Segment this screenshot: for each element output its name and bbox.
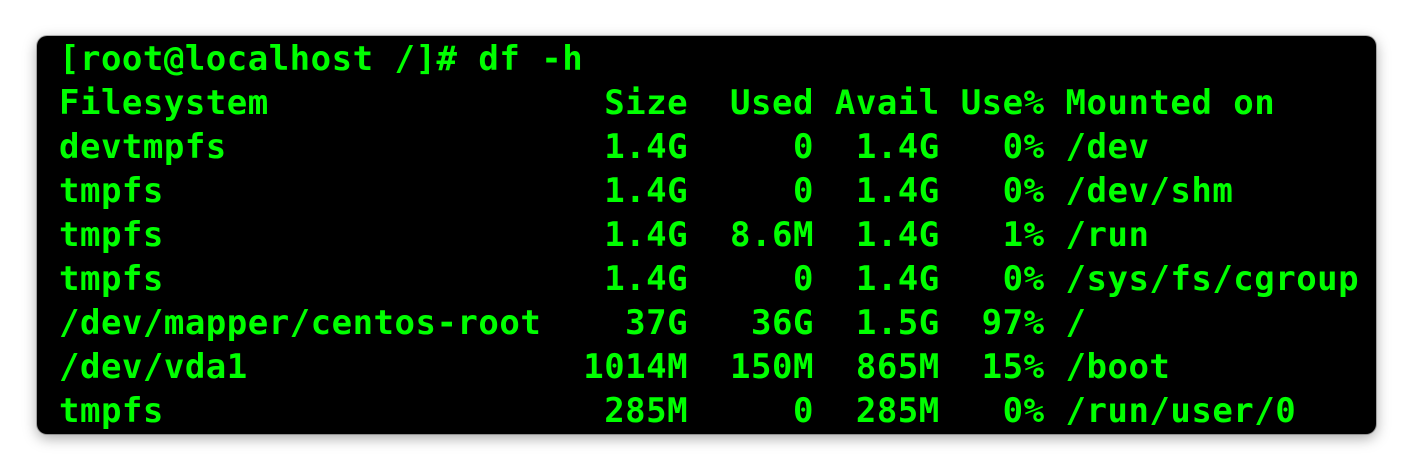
command-prompt-line: [root@localhost /]# df -h [59,39,584,79]
terminal-window[interactable]: [root@localhost /]# df -h Filesystem Size… [37,36,1376,434]
df-row-tmpfs-dev-shm: tmpfs 1.4G 0 1.4G 0% /dev/shm [59,171,1234,211]
df-row-centos-root: /dev/mapper/centos-root 37G 36G 1.5G 97%… [59,303,1087,343]
df-header-row: Filesystem Size Used Avail Use% Mounted … [59,83,1276,123]
df-row-tmpfs-cgroup: tmpfs 1.4G 0 1.4G 0% /sys/fs/cgroup [59,259,1360,299]
df-row-tmpfs-run: tmpfs 1.4G 8.6M 1.4G 1% /run [59,215,1150,255]
df-row-vda1: /dev/vda1 1014M 150M 865M 15% /boot [59,347,1171,387]
terminal-output: [root@localhost /]# df -h Filesystem Size… [59,37,1359,433]
df-row-devtmpfs: devtmpfs 1.4G 0 1.4G 0% /dev [59,127,1150,167]
df-row-tmpfs-run-user: tmpfs 285M 0 285M 0% /run/user/0 [59,391,1297,431]
